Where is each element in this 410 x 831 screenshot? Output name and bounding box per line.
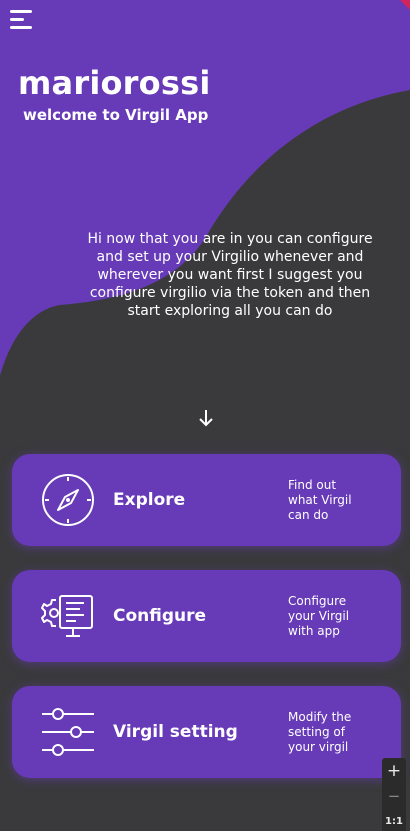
welcome-subtitle: welcome to Virgil App	[23, 106, 209, 124]
arrow-down-icon	[199, 410, 213, 427]
intro-text: Hi now that you are in you can configure…	[87, 231, 373, 319]
compass-icon	[42, 474, 94, 526]
hamburger-icon-line-2	[10, 18, 24, 21]
configure-description: Configure your Virgil with app	[288, 570, 388, 662]
zoom-in-button[interactable]: +	[382, 761, 406, 781]
sliders-icon	[42, 708, 94, 756]
zoom-control: + − 1:1	[382, 758, 406, 831]
virgil-setting-description: Modify the setting of your virgil	[288, 686, 388, 778]
username: mariorossi	[18, 64, 211, 102]
hamburger-icon-line-1	[10, 10, 32, 13]
virgil-setting-description-text: Modify the setting of your virgil	[288, 709, 352, 754]
explore-description-text: Find out what Virgil can do	[288, 477, 352, 522]
configure-title: Configure	[113, 606, 207, 626]
explore-description: Find out what Virgil can do	[288, 454, 388, 546]
zoom-out-button[interactable]: −	[382, 787, 406, 805]
explore-title: Explore	[113, 490, 186, 510]
virgil-setting-title: Virgil setting	[113, 722, 238, 742]
app-screen: mariorossi welcome to Virgil App Hi now …	[0, 0, 410, 831]
virgil-setting-card[interactable]: Virgil setting Modify the setting of you…	[12, 686, 401, 778]
menu-button[interactable]	[10, 10, 32, 30]
configure-description-text: Configure your Virgil with app	[288, 593, 350, 638]
explore-card[interactable]: Explore Find out what Virgil can do	[12, 454, 401, 546]
monitor-gear-icon	[41, 595, 93, 637]
corner-marker	[400, 0, 410, 10]
zoom-reset-button[interactable]: 1:1	[382, 816, 406, 827]
hamburger-icon-line-3	[10, 26, 32, 29]
configure-card[interactable]: Configure Configure your Virgil with app	[12, 570, 401, 662]
